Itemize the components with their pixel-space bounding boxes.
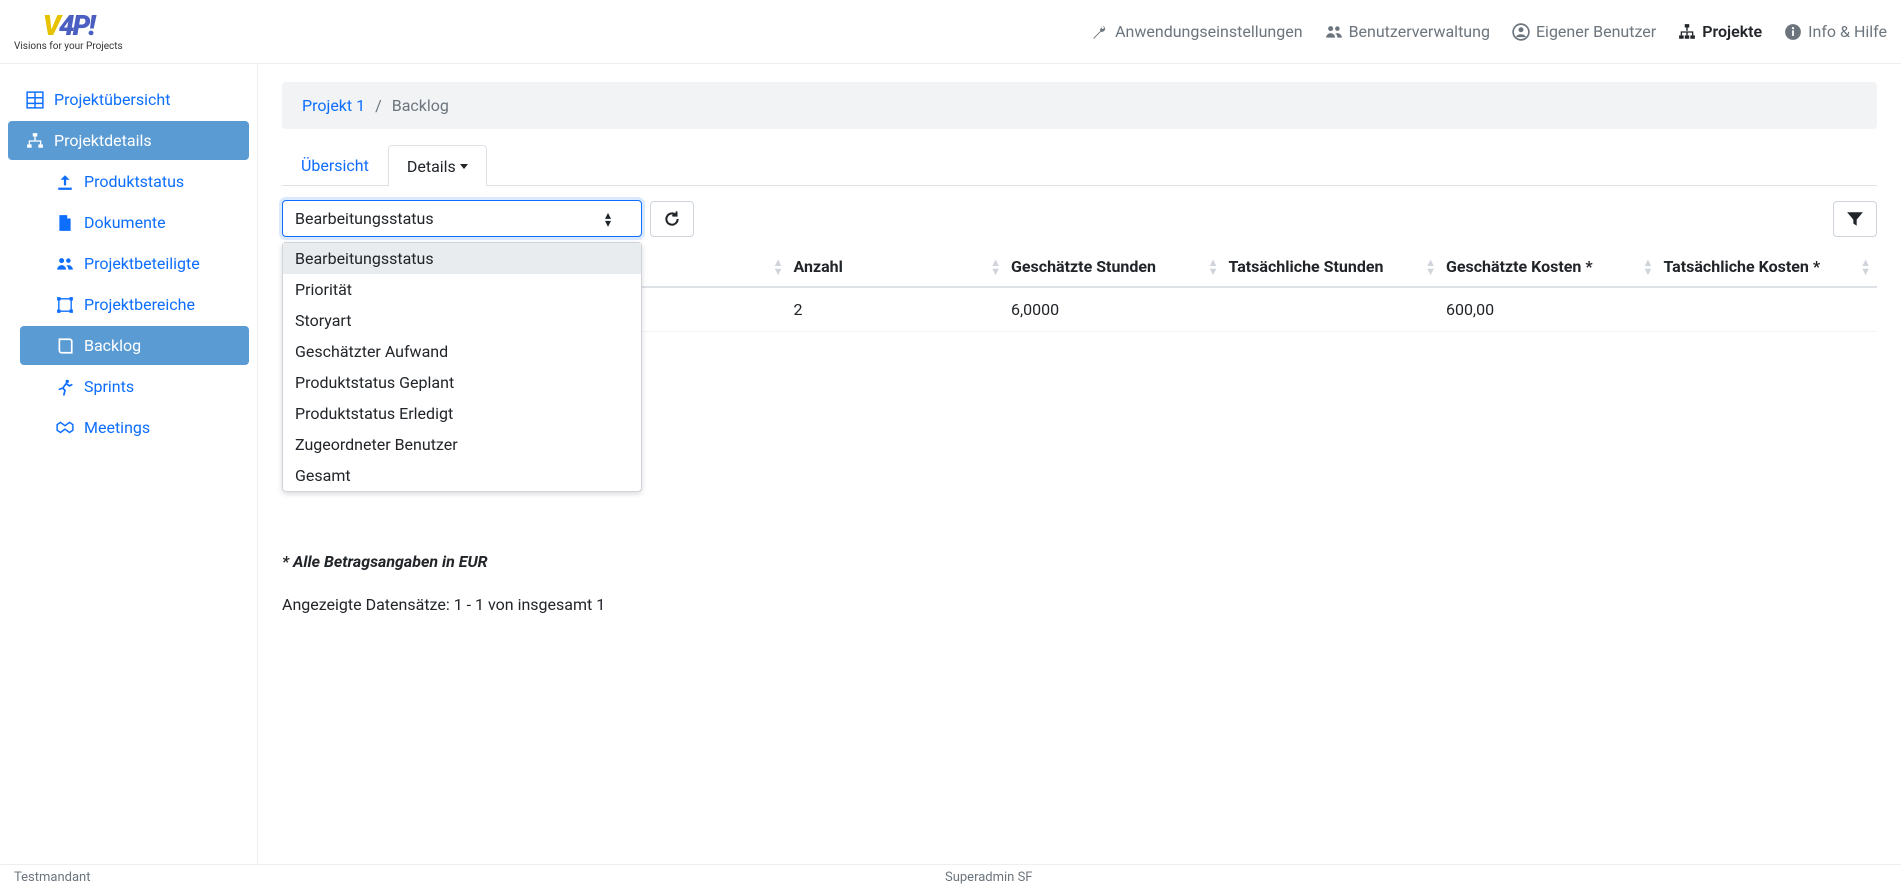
- nav-user-management[interactable]: Benutzerverwaltung: [1325, 22, 1490, 41]
- file-icon: [56, 214, 74, 232]
- cell-act-cost: [1659, 287, 1877, 332]
- nav-help[interactable]: Info & Hilfe: [1784, 22, 1887, 41]
- filter-icon: [1846, 210, 1864, 228]
- users-icon: [56, 255, 74, 273]
- sidebar-item-product-status[interactable]: Produktstatus: [20, 162, 249, 201]
- breadcrumb: Projekt 1 / Backlog: [282, 82, 1877, 129]
- breadcrumb-sep: /: [375, 96, 382, 115]
- sitemap-icon: [1678, 23, 1696, 41]
- sidebar-item-label: Projektbeteiligte: [84, 254, 200, 273]
- sort-icon[interactable]: ▲▼: [1860, 258, 1871, 276]
- sidebar-item-label: Backlog: [84, 336, 141, 355]
- grouping-select[interactable]: Bearbeitungsstatus ▴▾ Bearbeitungsstatus…: [282, 200, 642, 237]
- dropdown-option[interactable]: Storyart: [283, 305, 641, 336]
- sort-icon[interactable]: ▲▼: [990, 258, 1001, 276]
- col-header-act-hours[interactable]: Tatsächliche Stunden ▲▼: [1224, 247, 1441, 287]
- currency-footnote: * Alle Betragsangaben in EUR: [282, 552, 1877, 571]
- cell-est-hours: 6,0000: [1007, 287, 1224, 332]
- sidebar-item-participants[interactable]: Projektbeteiligte: [20, 244, 249, 283]
- breadcrumb-current: Backlog: [392, 96, 449, 115]
- sidebar-item-sprints[interactable]: Sprints: [20, 367, 249, 406]
- dropdown-option[interactable]: Bearbeitungsstatus: [283, 243, 641, 274]
- sidebar-item-label: Sprints: [84, 377, 134, 396]
- topbar: V4P! Visions for your Projects Anwendung…: [0, 0, 1901, 64]
- tab-details[interactable]: Details: [388, 145, 487, 186]
- app-logo[interactable]: V4P! Visions for your Projects: [14, 12, 123, 52]
- sort-icon[interactable]: ▲▼: [1208, 258, 1219, 276]
- book-icon: [56, 337, 74, 355]
- sidebar-item-project-details[interactable]: Projektdetails: [8, 121, 249, 160]
- sort-icon[interactable]: ▲▼: [1643, 258, 1654, 276]
- sidebar-item-project-overview[interactable]: Projektübersicht: [8, 80, 249, 119]
- sidebar-item-label: Projektübersicht: [54, 90, 170, 109]
- col-header-act-cost[interactable]: Tatsächliche Kosten * ▲▼: [1659, 247, 1877, 287]
- col-header-est-cost[interactable]: Geschätzte Kosten * ▲▼: [1442, 247, 1659, 287]
- main-content: Projekt 1 / Backlog Übersicht Details Be…: [258, 64, 1901, 864]
- dropdown-option[interactable]: Priorität: [283, 274, 641, 305]
- select-value: Bearbeitungsstatus: [295, 209, 434, 228]
- sidebar-item-label: Projektdetails: [54, 131, 152, 150]
- cell-est-cost: 600,00: [1442, 287, 1659, 332]
- col-header-anzahl[interactable]: Anzahl ▲▼: [790, 247, 1007, 287]
- refresh-button[interactable]: [650, 201, 694, 237]
- sidebar-item-label: Meetings: [84, 418, 150, 437]
- sort-icon[interactable]: ▲▼: [773, 258, 784, 276]
- sidebar-item-label: Dokumente: [84, 213, 166, 232]
- refresh-icon: [663, 210, 681, 228]
- handshake-icon: [56, 419, 74, 437]
- user-circle-icon: [1512, 23, 1530, 41]
- upload-icon: [56, 173, 74, 191]
- sort-icon[interactable]: ▲▼: [1425, 258, 1436, 276]
- cell-anzahl: 2: [790, 287, 1007, 332]
- dropdown-option[interactable]: Produktstatus Erledigt: [283, 398, 641, 429]
- record-count: Angezeigte Datensätze: 1 - 1 von insgesa…: [282, 595, 1877, 614]
- dropdown-option[interactable]: Gesamt: [283, 460, 641, 491]
- object-group-icon: [56, 296, 74, 314]
- logo-subtitle: Visions for your Projects: [14, 42, 123, 52]
- sidebar-item-label: Projektbereiche: [84, 295, 195, 314]
- running-icon: [56, 378, 74, 396]
- caret-down-icon: [460, 164, 468, 169]
- top-nav: Anwendungseinstellungen Benutzerverwaltu…: [1091, 22, 1887, 41]
- sitemap-icon: [26, 132, 44, 150]
- sidebar: Projektübersicht Projektdetails Produkts…: [0, 64, 258, 864]
- sidebar-item-areas[interactable]: Projektbereiche: [20, 285, 249, 324]
- breadcrumb-project[interactable]: Projekt 1: [302, 96, 365, 115]
- footer-user: Superadmin SF: [945, 870, 1033, 885]
- col-header-est-hours[interactable]: Geschätzte Stunden ▲▼: [1007, 247, 1224, 287]
- filter-row: Bearbeitungsstatus ▴▾ Bearbeitungsstatus…: [282, 200, 1877, 237]
- sidebar-item-backlog[interactable]: Backlog: [20, 326, 249, 365]
- grouping-dropdown: Bearbeitungsstatus Priorität Storyart Ge…: [282, 242, 642, 492]
- filter-button[interactable]: [1833, 201, 1877, 237]
- footer: Testmandant Superadmin SF: [0, 864, 1901, 890]
- dropdown-option[interactable]: Zugeordneter Benutzer: [283, 429, 641, 460]
- nav-app-settings[interactable]: Anwendungseinstellungen: [1091, 22, 1302, 41]
- sidebar-item-label: Produktstatus: [84, 172, 184, 191]
- nav-projects[interactable]: Projekte: [1678, 22, 1762, 41]
- sidebar-item-documents[interactable]: Dokumente: [20, 203, 249, 242]
- dropdown-option[interactable]: Geschätzter Aufwand: [283, 336, 641, 367]
- dropdown-option[interactable]: Produktstatus Geplant: [283, 367, 641, 398]
- cell-act-hours: [1224, 287, 1441, 332]
- footer-tenant: Testmandant: [14, 870, 90, 885]
- sidebar-item-meetings[interactable]: Meetings: [20, 408, 249, 447]
- tabs: Übersicht Details: [282, 145, 1877, 186]
- tab-overview[interactable]: Übersicht: [282, 145, 388, 185]
- info-circle-icon: [1784, 23, 1802, 41]
- users-icon: [1325, 23, 1343, 41]
- select-arrows-icon: ▴▾: [605, 211, 611, 227]
- grid-icon: [26, 91, 44, 109]
- wrench-icon: [1091, 23, 1109, 41]
- nav-own-user[interactable]: Eigener Benutzer: [1512, 22, 1656, 41]
